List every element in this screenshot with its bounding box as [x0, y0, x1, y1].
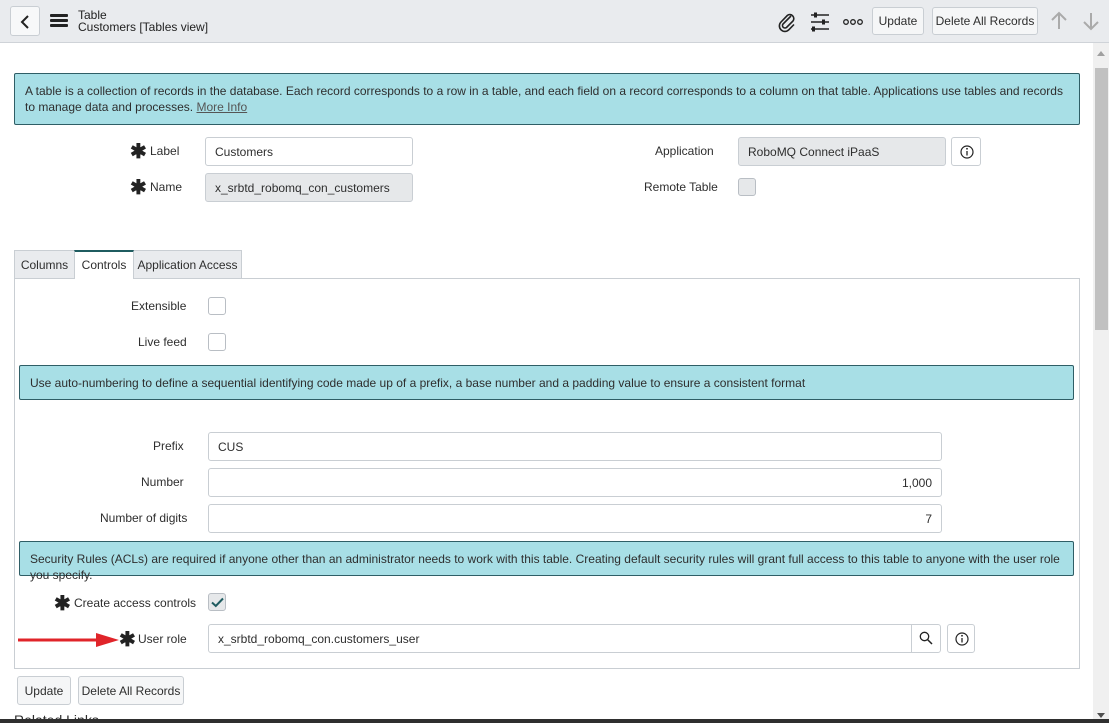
table-info-text: A table is a collection of records in th… — [25, 84, 1063, 114]
more-info-link[interactable]: More Info — [196, 100, 247, 114]
form-subtitle: Customers [Tables view] — [78, 20, 209, 34]
label-input[interactable] — [205, 137, 413, 166]
scroll-up-arrow-icon[interactable] — [1097, 51, 1105, 56]
annotation-arrow — [18, 633, 119, 647]
live-feed-checkbox[interactable] — [208, 333, 226, 351]
remote-table-checkbox[interactable] — [738, 178, 756, 196]
required-marker: ✱ — [119, 629, 136, 651]
number-input[interactable] — [208, 468, 942, 497]
name-field-label: Name — [150, 180, 183, 194]
user-role-input[interactable] — [208, 624, 941, 653]
more-icon[interactable] — [842, 11, 864, 33]
required-marker: ✱ — [54, 593, 71, 615]
form-header: Table Customers [Tables view] Update Del… — [0, 0, 1109, 43]
tab-application-access[interactable]: Application Access — [133, 250, 242, 279]
number-of-digits-label: Number of digits — [100, 511, 188, 525]
prefix-input[interactable] — [208, 432, 942, 461]
label-field-label: Label — [150, 144, 180, 158]
create-access-controls-checkbox[interactable] — [208, 593, 226, 611]
application-input[interactable] — [738, 137, 946, 166]
user-role-info-button[interactable] — [947, 624, 975, 653]
required-marker: ✱ — [130, 141, 147, 163]
number-of-digits-input[interactable] — [208, 504, 942, 533]
number-label: Number — [141, 475, 184, 489]
scroll-down-arrow-icon[interactable] — [1097, 713, 1105, 718]
acl-info-message: Security Rules (ACLs) are required if an… — [19, 541, 1074, 582]
back-button[interactable] — [10, 6, 40, 36]
info-icon — [960, 145, 974, 159]
application-field-label: Application — [655, 144, 714, 158]
table-info-message: A table is a collection of records in th… — [14, 73, 1080, 125]
required-marker: ✱ — [130, 177, 147, 199]
delete-all-records-button[interactable]: Delete All Records — [932, 7, 1038, 35]
prefix-label: Prefix — [153, 439, 184, 453]
info-icon — [955, 632, 969, 646]
user-role-lookup-button[interactable] — [912, 625, 940, 652]
application-info-button[interactable] — [951, 137, 981, 166]
remote-table-label: Remote Table — [644, 180, 718, 194]
arrow-down-icon[interactable] — [1080, 10, 1102, 32]
sliders-icon[interactable] — [809, 11, 831, 33]
bottom-edge — [0, 719, 1109, 723]
vertical-scrollbar[interactable] — [1093, 43, 1109, 719]
live-feed-label: Live feed — [138, 335, 187, 349]
extensible-checkbox[interactable] — [208, 297, 226, 315]
back-icon — [20, 15, 29, 29]
footer-delete-all-records-button[interactable]: Delete All Records — [78, 676, 184, 705]
tab-columns[interactable]: Columns — [14, 250, 75, 279]
create-access-controls-label: Create access controls — [74, 596, 197, 610]
extensible-label: Extensible — [131, 299, 187, 313]
arrow-up-icon[interactable] — [1048, 10, 1070, 32]
scroll-thumb[interactable] — [1095, 68, 1108, 330]
tab-controls[interactable]: Controls — [74, 250, 134, 279]
update-button[interactable]: Update — [872, 7, 924, 35]
name-input[interactable] — [205, 173, 413, 202]
user-role-label: User role — [138, 632, 187, 646]
auto-number-info-message: Use auto-numbering to define a sequentia… — [19, 365, 1074, 400]
checkmark-icon — [211, 597, 224, 608]
search-icon — [919, 631, 933, 645]
footer-update-button[interactable]: Update — [17, 676, 71, 705]
paperclip-icon[interactable] — [776, 11, 798, 33]
menu-icon[interactable] — [50, 14, 68, 28]
